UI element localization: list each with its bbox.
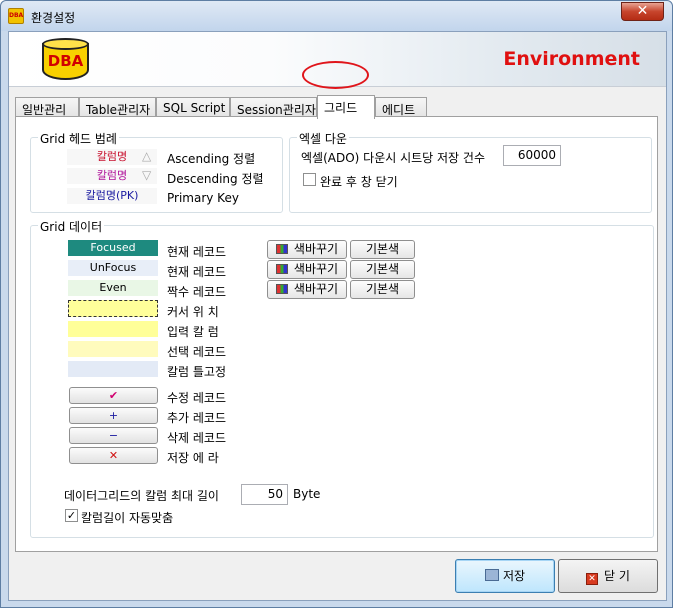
even-row-label: 짝수 레코드 (167, 285, 227, 299)
excel-rows-input[interactable]: 60000 (503, 145, 561, 166)
database-icon: DBA (42, 38, 89, 82)
group-title: Grid 데이터 (38, 218, 105, 235)
grid-tab-panel: Grid 헤드 범례 칼럼명 △ Ascending 정렬 칼럼명 ▽ Desc… (15, 116, 658, 552)
selected-row-label: 선택 레코드 (167, 345, 227, 359)
window-title: 환경설정 (31, 11, 76, 25)
save-error-marker-icon: ✕ (69, 447, 158, 464)
palette-icon (275, 284, 288, 294)
tab-session-manager[interactable]: Session관리자 (230, 97, 317, 118)
unfocus-color-sample: UnFocus (68, 260, 158, 276)
input-column-color-sample (68, 321, 158, 337)
ascending-label: Ascending 정렬 (167, 152, 256, 166)
auto-fit-label: 칼럼길이 자동맞춤 (81, 511, 174, 525)
header-banner: DBA Environment (9, 32, 666, 87)
max-width-input[interactable]: 50 (241, 484, 288, 505)
primary-key-sample: 칼럼명(PK) (67, 188, 157, 204)
database-icon-label: DBA (47, 52, 84, 70)
close-icon: ✕ (586, 573, 599, 585)
modified-record-label: 수정 레코드 (167, 391, 227, 405)
tab-table-manager[interactable]: Table관리자 (79, 97, 156, 118)
title-bar[interactable]: DBA 환경설정 ✕ (1, 1, 672, 31)
added-marker-icon: + (69, 407, 158, 424)
cursor-label: 커서 위 치 (167, 305, 219, 319)
default-color-button[interactable]: 기본색 (350, 280, 415, 299)
tab-grid[interactable]: 그리드 (317, 95, 375, 119)
unfocus-row-label: 현재 레코드 (167, 265, 227, 279)
input-column-label: 입력 칼 럼 (167, 325, 219, 339)
close-window-button[interactable]: ✕ (621, 2, 664, 21)
focused-row-label: 현재 레코드 (167, 245, 227, 259)
close-after-label: 완료 후 창 닫기 (320, 175, 398, 189)
app-icon: DBA (8, 8, 24, 24)
close-after-checkbox[interactable] (303, 173, 316, 186)
deleted-record-label: 삭제 레코드 (167, 431, 227, 445)
save-icon (484, 569, 499, 581)
change-color-button[interactable]: 색바꾸기 (267, 280, 347, 299)
group-title: Grid 헤드 범례 (38, 130, 119, 147)
change-color-button[interactable]: 색바꾸기 (267, 260, 347, 279)
tab-edit[interactable]: 에디트 (375, 97, 427, 118)
excel-rows-label: 엑셀(ADO) 다운시 시트당 저장 건수 (301, 151, 485, 165)
even-color-sample: Even (68, 280, 158, 296)
auto-fit-checkbox[interactable]: ✓ (65, 509, 78, 522)
palette-icon (275, 264, 288, 274)
ascending-arrow-icon: △ (142, 149, 152, 163)
cursor-color-sample (68, 300, 158, 317)
dialog-window: DBA 환경설정 ✕ DBA Environment 일반관리 Table관리자… (0, 0, 673, 608)
default-color-button[interactable]: 기본색 (350, 260, 415, 279)
group-title: 엑셀 다운 (297, 130, 349, 147)
primary-key-label: Primary Key (167, 191, 239, 205)
descending-label: Descending 정렬 (167, 172, 264, 186)
default-color-button[interactable]: 기본색 (350, 240, 415, 259)
change-color-button[interactable]: 색바꾸기 (267, 240, 347, 259)
focused-color-sample: Focused (68, 240, 158, 256)
modified-marker-icon: ✔ (69, 387, 158, 404)
save-error-label: 저장 에 라 (167, 451, 219, 465)
tab-general[interactable]: 일반관리 (15, 97, 79, 118)
max-width-unit: Byte (293, 487, 321, 501)
fixed-column-color-sample (68, 361, 158, 377)
dialog-body: DBA Environment 일반관리 Table관리자 SQL Script… (8, 31, 667, 601)
selected-color-sample (68, 341, 158, 357)
fixed-column-label: 칼럼 틀고정 (167, 365, 227, 379)
deleted-marker-icon: − (69, 427, 158, 444)
tab-sql-script[interactable]: SQL Script (156, 97, 230, 118)
max-width-label: 데이터그리드의 칼럼 최대 길이 (64, 489, 219, 503)
close-button[interactable]: ✕ 닫 기 (558, 559, 658, 593)
descending-arrow-icon: ▽ (142, 168, 152, 182)
added-record-label: 추가 레코드 (167, 411, 227, 425)
banner-title: Environment (503, 48, 640, 70)
save-button[interactable]: 저장 (455, 559, 555, 593)
palette-icon (275, 244, 288, 254)
